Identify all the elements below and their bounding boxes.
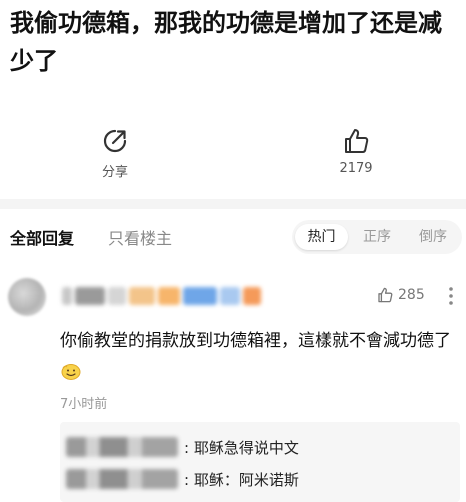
sub-reply-text: : 耶稣：阿米诺斯 <box>184 470 299 489</box>
comment-like-button[interactable]: 285 <box>376 286 425 304</box>
comment-item: 285 你偷教堂的捐款放到功德箱裡，這樣就不會減功德了 7小时前 : 耶稣急得说… <box>0 270 466 502</box>
tab-only-op[interactable]: 只看楼主 <box>108 225 172 249</box>
comment-time: 7小时前 <box>60 397 108 412</box>
share-button[interactable]: 分享 <box>75 126 155 180</box>
thumbs-up-icon <box>378 287 393 303</box>
sort-descending[interactable]: 倒序 <box>410 224 456 250</box>
avatar[interactable] <box>8 278 46 316</box>
like-button[interactable]: 2179 <box>316 126 396 176</box>
action-bar: 分享 2179 <box>0 126 466 186</box>
sort-hot[interactable]: 热门 <box>295 224 348 250</box>
share-icon <box>103 129 127 153</box>
comment-body: 你偷教堂的捐款放到功德箱裡，這樣就不會減功德了 <box>60 331 451 351</box>
thumbs-up-icon <box>345 129 369 153</box>
grinning-face-emoji <box>61 364 81 380</box>
comment-like-count: 285 <box>398 287 425 303</box>
like-count: 2179 <box>339 161 373 176</box>
comment-text: 你偷教堂的捐款放到功德箱裡，這樣就不會減功德了 <box>60 326 456 388</box>
share-label: 分享 <box>101 165 128 180</box>
tab-all-replies[interactable]: 全部回复 <box>10 225 74 249</box>
username-blurred[interactable] <box>62 284 261 308</box>
sort-switch: 热门 正序 倒序 <box>292 220 462 254</box>
sub-reply-text: : 耶稣急得说中文 <box>184 438 299 457</box>
sub-reply: : 耶稣：阿米诺斯 <box>66 466 299 492</box>
sort-ascending[interactable]: 正序 <box>354 224 400 250</box>
more-vertical-icon[interactable] <box>448 286 454 306</box>
section-divider <box>0 199 466 209</box>
sub-reply: : 耶稣急得说中文 <box>66 434 299 460</box>
reply-username-blurred <box>66 469 178 489</box>
reply-username-blurred <box>66 437 178 457</box>
post-title: 我偷功德箱，那我的功德是增加了还是减少了 <box>10 9 442 75</box>
reply-tabs: 全部回复 只看楼主 热门 正序 倒序 <box>0 218 466 256</box>
sub-replies[interactable]: : 耶稣急得说中文 : 耶稣：阿米诺斯 <box>60 422 460 502</box>
